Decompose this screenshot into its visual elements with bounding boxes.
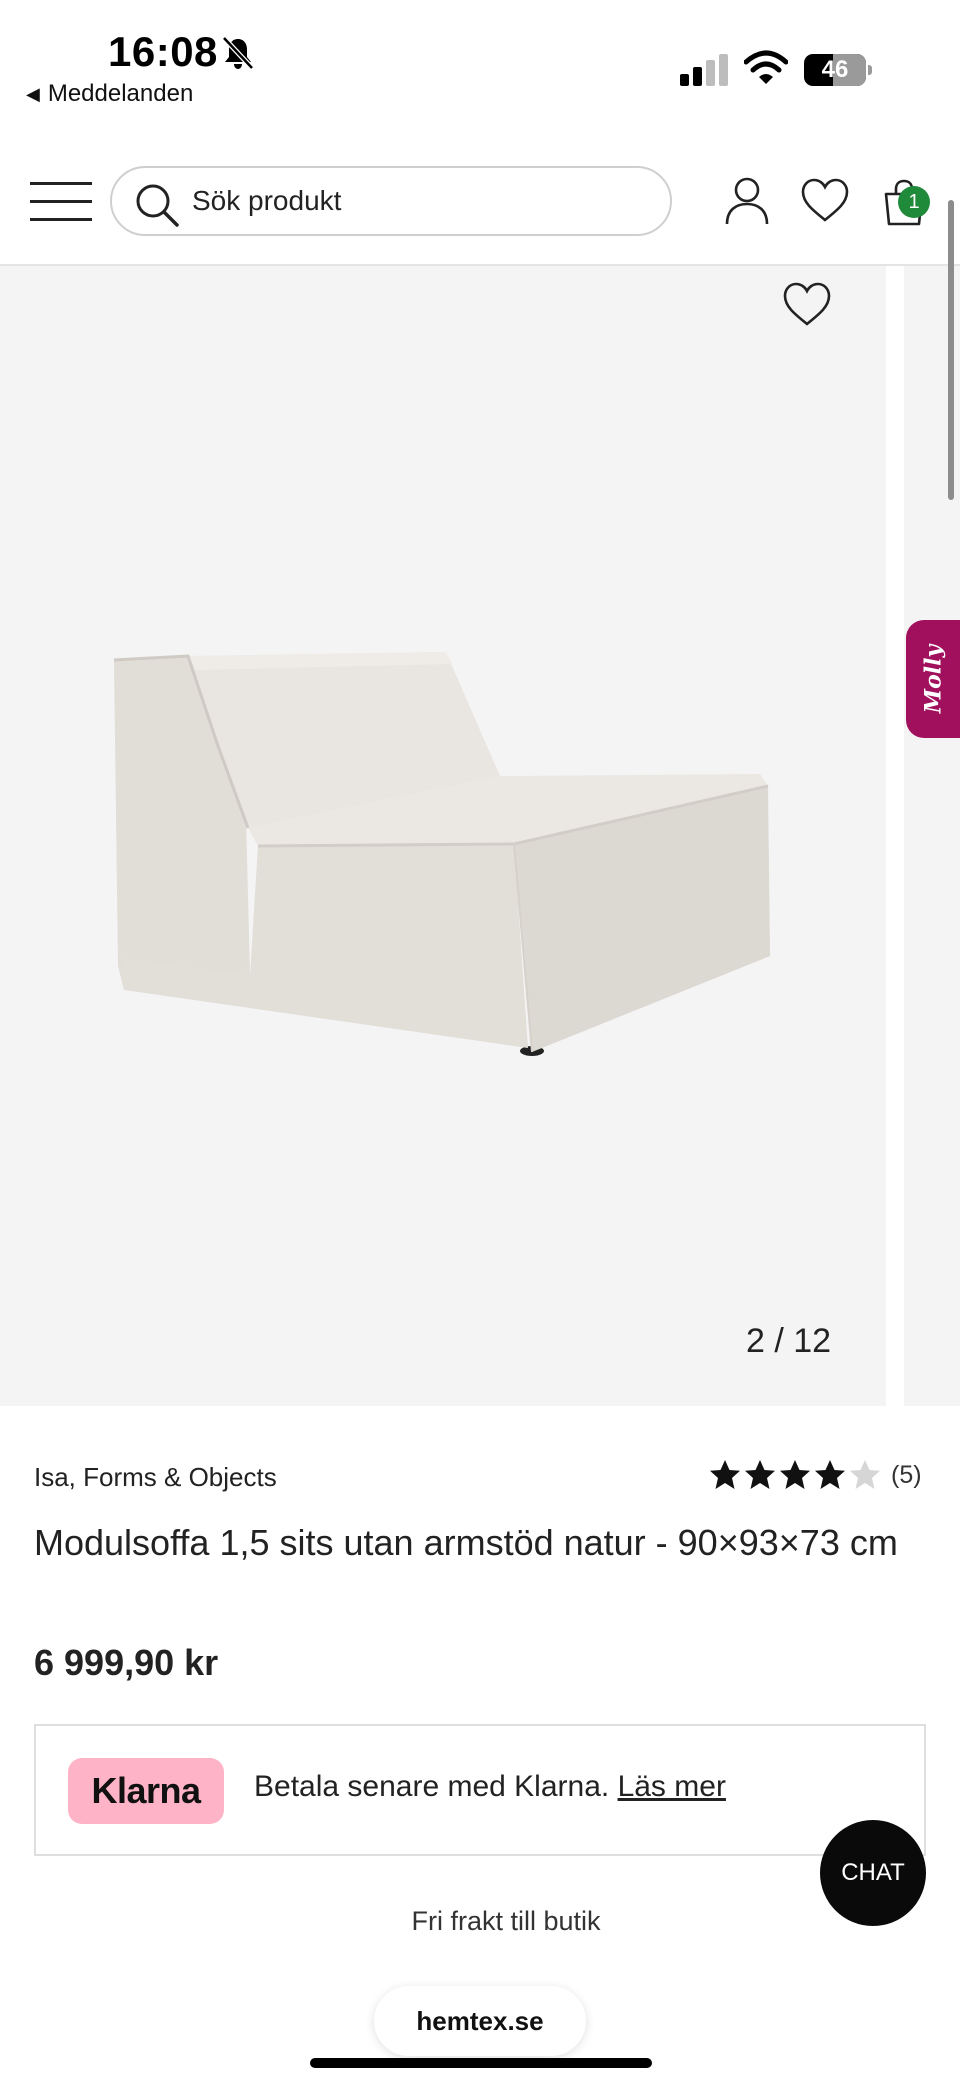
star-icon [780, 1460, 810, 1489]
scrollbar[interactable] [948, 200, 954, 500]
signal-icon [680, 54, 728, 86]
product-gallery[interactable]: 2 / 12 Molly [0, 266, 960, 1406]
cart-count-badge: 1 [898, 186, 930, 218]
status-bar: 16:08 ◀ Meddelanden 46 [0, 0, 960, 130]
bell-off-icon [222, 36, 254, 70]
star-icon [745, 1460, 775, 1489]
chat-bot-tab[interactable]: Molly [906, 620, 960, 738]
klarna-logo: Klarna [68, 1758, 224, 1824]
star-icon [850, 1460, 880, 1489]
image-wishlist-icon[interactable] [782, 282, 832, 326]
back-app-label: Meddelanden [47, 80, 194, 107]
rating-stars [708, 1458, 883, 1492]
site-header: 1 [0, 150, 960, 266]
klarna-banner: Klarna Betala senare med Klarna. Läs mer [34, 1724, 926, 1856]
product-rating[interactable]: (5) [708, 1458, 922, 1492]
home-indicator [310, 2058, 652, 2068]
search-bar[interactable] [110, 166, 672, 236]
chat-button[interactable]: CHAT [820, 1820, 926, 1926]
wishlist-icon[interactable] [800, 178, 850, 222]
product-brand[interactable]: Isa, Forms & Objects [34, 1462, 277, 1493]
battery-level: 46 [821, 56, 849, 83]
product-image [113, 652, 770, 1056]
battery-indicator: 46 [804, 54, 874, 86]
gallery-counter: 2 / 12 [746, 1322, 832, 1360]
status-time: 16:08 [108, 28, 218, 75]
product-price: 6 999,90 kr [34, 1642, 219, 1683]
rating-count: (5) [891, 1460, 922, 1489]
shipping-info: Fri frakt till butik [411, 1906, 601, 1936]
back-arrow-icon: ◀ [26, 83, 40, 104]
chat-bot-label: Molly [920, 644, 946, 714]
star-icon [710, 1460, 740, 1489]
search-icon [136, 184, 179, 227]
star-icon [815, 1460, 845, 1489]
account-icon[interactable] [724, 176, 770, 226]
klarna-text: Betala senare med Klarna. [254, 1770, 610, 1803]
back-to-app-link[interactable]: ◀ Meddelanden [26, 80, 193, 108]
klarna-read-more-link[interactable]: Läs mer [618, 1770, 726, 1803]
product-title: Modulsoffa 1,5 sits utan armstöd natur -… [34, 1522, 898, 1563]
wifi-icon [744, 50, 788, 84]
gallery-slide[interactable]: 2 / 12 [0, 266, 886, 1406]
menu-icon[interactable] [30, 180, 92, 222]
browser-url[interactable]: hemtex.se [374, 1986, 586, 2056]
search-input[interactable] [192, 168, 652, 234]
